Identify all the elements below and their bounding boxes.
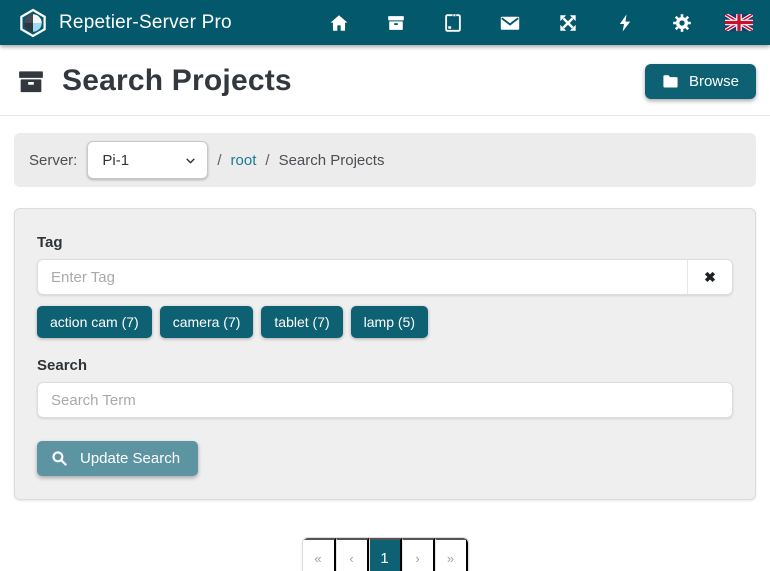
- breadcrumb: Server: Pi-1 / root / Search Projects: [14, 133, 756, 187]
- chevron-down-icon: [184, 154, 197, 167]
- pagination-last-button[interactable]: »: [435, 538, 468, 571]
- browse-button[interactable]: Browse: [645, 64, 756, 99]
- messages-icon[interactable]: [495, 8, 525, 38]
- tag-button-tablet[interactable]: tablet (7): [261, 306, 342, 338]
- server-label: Server:: [29, 152, 77, 169]
- breadcrumb-separator: /: [217, 152, 221, 169]
- pagination-page-1-button[interactable]: 1: [369, 538, 402, 571]
- tag-button-lamp[interactable]: lamp (5): [351, 306, 428, 338]
- navbar: Repetier-Server Pro: [0, 0, 770, 45]
- update-search-label: Update Search: [80, 450, 180, 467]
- fullscreen-icon[interactable]: [553, 8, 583, 38]
- search-input[interactable]: [37, 382, 733, 418]
- page-header: Search Projects Browse: [0, 58, 770, 104]
- server-select[interactable]: Pi-1: [87, 141, 208, 179]
- tag-input[interactable]: [37, 259, 687, 295]
- tag-suggestions: action cam (7) camera (7) tablet (7) lam…: [37, 306, 733, 338]
- page-title: Search Projects: [62, 64, 292, 98]
- repetier-logo-icon: [18, 8, 48, 38]
- pagination-prev-button[interactable]: ‹: [336, 538, 369, 571]
- nav-icons: [324, 8, 754, 38]
- home-icon[interactable]: [324, 8, 354, 38]
- header-divider: [0, 115, 770, 116]
- tag-button-camera[interactable]: camera (7): [160, 306, 254, 338]
- brand[interactable]: Repetier-Server Pro: [18, 8, 232, 38]
- search-label: Search: [37, 357, 733, 374]
- manual-icon[interactable]: [438, 8, 468, 38]
- update-search-button[interactable]: Update Search: [37, 441, 198, 476]
- tag-input-group: ✖: [37, 259, 733, 295]
- breadcrumb-current: Search Projects: [279, 152, 385, 169]
- tag-button-action-cam[interactable]: action cam (7): [37, 306, 152, 338]
- folder-icon: [662, 74, 679, 89]
- tag-label: Tag: [37, 234, 733, 251]
- search-icon: [50, 449, 69, 468]
- projects-title-icon: [14, 66, 48, 97]
- close-icon: ✖: [704, 269, 716, 285]
- browse-label: Browse: [689, 73, 739, 90]
- pagination-next-button[interactable]: ›: [402, 538, 435, 571]
- settings-icon[interactable]: [667, 8, 697, 38]
- search-card: Tag ✖ action cam (7) camera (7) tablet (…: [14, 208, 756, 500]
- breadcrumb-separator: /: [265, 152, 269, 169]
- clear-tag-button[interactable]: ✖: [687, 259, 733, 295]
- pagination-first-button[interactable]: «: [303, 538, 336, 571]
- pagination-wrap: « ‹ 1 › »: [0, 537, 770, 571]
- pagination: « ‹ 1 › »: [302, 537, 469, 571]
- server-select-value: Pi-1: [102, 152, 129, 169]
- quick-commands-icon[interactable]: [610, 8, 640, 38]
- language-flag-icon[interactable]: [724, 8, 754, 38]
- brand-title: Repetier-Server Pro: [59, 12, 232, 34]
- projects-icon[interactable]: [381, 8, 411, 38]
- breadcrumb-root-link[interactable]: root: [231, 152, 257, 169]
